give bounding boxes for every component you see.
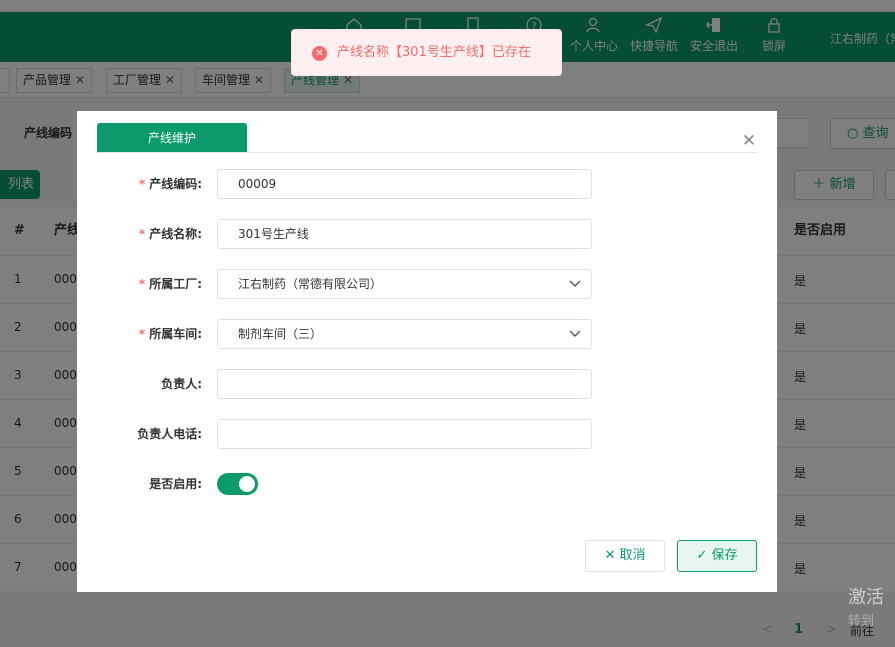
workshop-select[interactable]: 制剂车间（三） (217, 319, 592, 349)
dialog-tab-title[interactable]: 产线维护 (97, 123, 247, 153)
close-icon[interactable]: ✕ (739, 131, 759, 151)
owner-phone-label: 负责人电话: (137, 427, 202, 441)
toast-message: 产线名称【301号生产线】已存在 (337, 45, 531, 60)
divider (97, 152, 757, 153)
chevron-down-icon[interactable] (569, 320, 581, 348)
owner-input[interactable] (217, 369, 592, 399)
enabled-toggle[interactable] (217, 473, 258, 495)
required-mark: * (138, 277, 146, 291)
line-code-input[interactable]: 00009 (217, 169, 592, 199)
cancel-button[interactable]: ✕ 取消 (585, 540, 665, 572)
toggle-knob (239, 476, 255, 492)
required-mark: * (138, 227, 146, 241)
line-name-label: * 产线名称: (138, 227, 202, 241)
activation-watermark-sub: 转到 (848, 614, 875, 629)
close-icon: ✕ (604, 548, 616, 563)
check-icon: ✓ (696, 548, 708, 563)
error-icon: ✕ (312, 46, 327, 61)
enabled-label: 是否启用: (149, 477, 202, 491)
error-toast: ✕ 产线名称【301号生产线】已存在 (291, 29, 562, 76)
chevron-down-icon[interactable] (569, 270, 581, 298)
activation-watermark: 激活 (848, 587, 884, 608)
owner-label: 负责人: (161, 377, 202, 391)
line-code-label: * 产线编码: (138, 177, 202, 191)
line-maintenance-dialog: 产线维护 ✕ * 产线编码: 00009 * 产线名称: 301号生产线 * 所属工厂… (77, 111, 777, 592)
owner-phone-input[interactable] (217, 419, 592, 449)
save-button[interactable]: ✓ 保存 (677, 540, 757, 572)
required-mark: * (138, 177, 146, 191)
factory-label: * 所属工厂: (138, 277, 202, 291)
factory-select[interactable]: 江右制药（常德有限公司） (217, 269, 592, 299)
required-mark: * (138, 327, 146, 341)
line-name-input[interactable]: 301号生产线 (217, 219, 592, 249)
workshop-label: * 所属车间: (138, 327, 202, 341)
